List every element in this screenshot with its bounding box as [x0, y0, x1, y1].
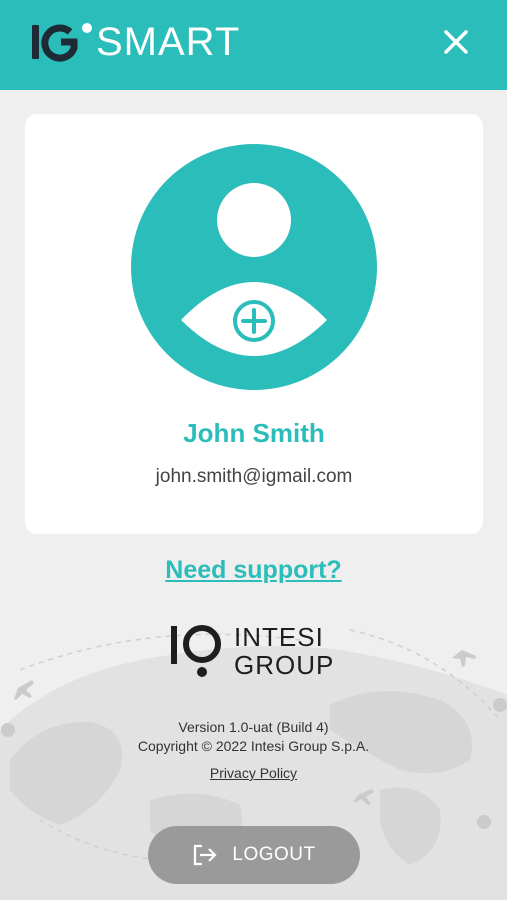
intesi-logo-mark: [171, 625, 221, 677]
support-link-container: Need support?: [0, 556, 507, 585]
ig-logo-mark: [32, 23, 92, 62]
privacy-policy-link[interactable]: Privacy Policy: [210, 765, 297, 781]
intesi-logo-line1: INTESI: [234, 622, 324, 652]
close-button[interactable]: [436, 22, 476, 62]
logout-button[interactable]: LOGOUT: [148, 826, 360, 884]
logout-icon: [194, 844, 217, 866]
close-icon: [444, 30, 468, 54]
copyright-text: Copyright © 2022 Intesi Group S.p.A.: [137, 738, 370, 754]
version-info: Version 1.0-uat (Build 4) Copyright © 20…: [0, 718, 507, 756]
intesi-logo-line2: GROUP: [234, 650, 335, 680]
app-logo-text: SMART: [96, 20, 241, 64]
user-email: john.smith@igmail.com: [155, 466, 353, 487]
app-header: SMART: [0, 0, 507, 90]
need-support-link[interactable]: Need support?: [165, 556, 341, 584]
privacy-container: Privacy Policy: [0, 765, 507, 783]
profile-card: John Smith john.smith@igmail.com: [25, 114, 483, 534]
user-avatar-add-icon[interactable]: [131, 144, 377, 390]
intesi-logo-text: INTESI GROUP: [234, 623, 334, 679]
app-logo: SMART: [30, 20, 240, 64]
logout-label: LOGOUT: [232, 844, 316, 865]
intesi-group-logo: INTESI GROUP: [168, 620, 348, 682]
version-text: Version 1.0-uat (Build 4): [178, 719, 329, 735]
user-name: John Smith: [183, 418, 325, 448]
